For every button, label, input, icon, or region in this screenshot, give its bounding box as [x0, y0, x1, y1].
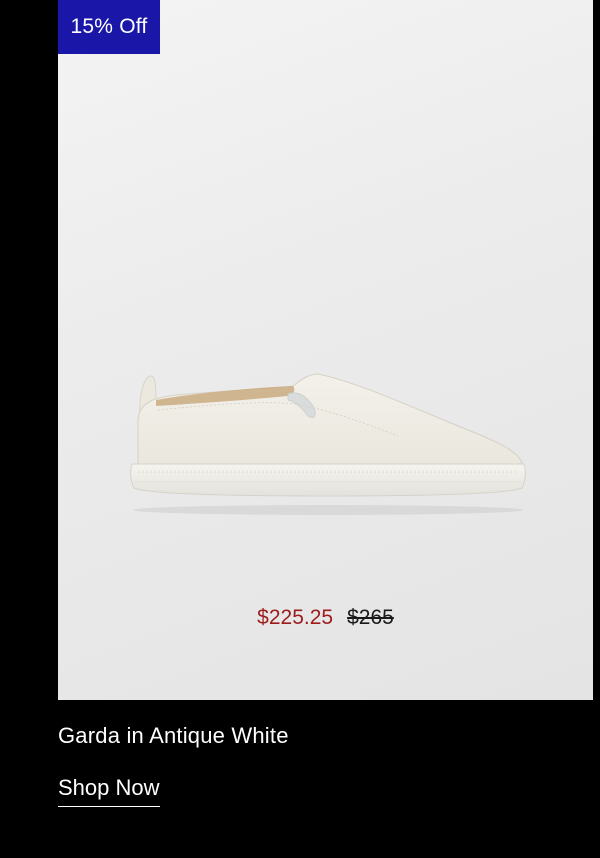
product-promo: 15% Off $225.25 $265 Garda in Antique Wh…	[0, 0, 600, 858]
shop-now-link[interactable]: Shop Now	[58, 774, 160, 807]
original-price: $265	[347, 606, 394, 629]
price-row: $225.25 $265	[58, 604, 593, 632]
discount-badge: 15% Off	[58, 0, 160, 54]
product-card[interactable]: 15% Off $225.25 $265	[58, 0, 593, 700]
shoe-image	[130, 373, 526, 515]
product-name[interactable]: Garda in Antique White	[58, 722, 289, 750]
sale-price: $225.25	[257, 606, 334, 629]
